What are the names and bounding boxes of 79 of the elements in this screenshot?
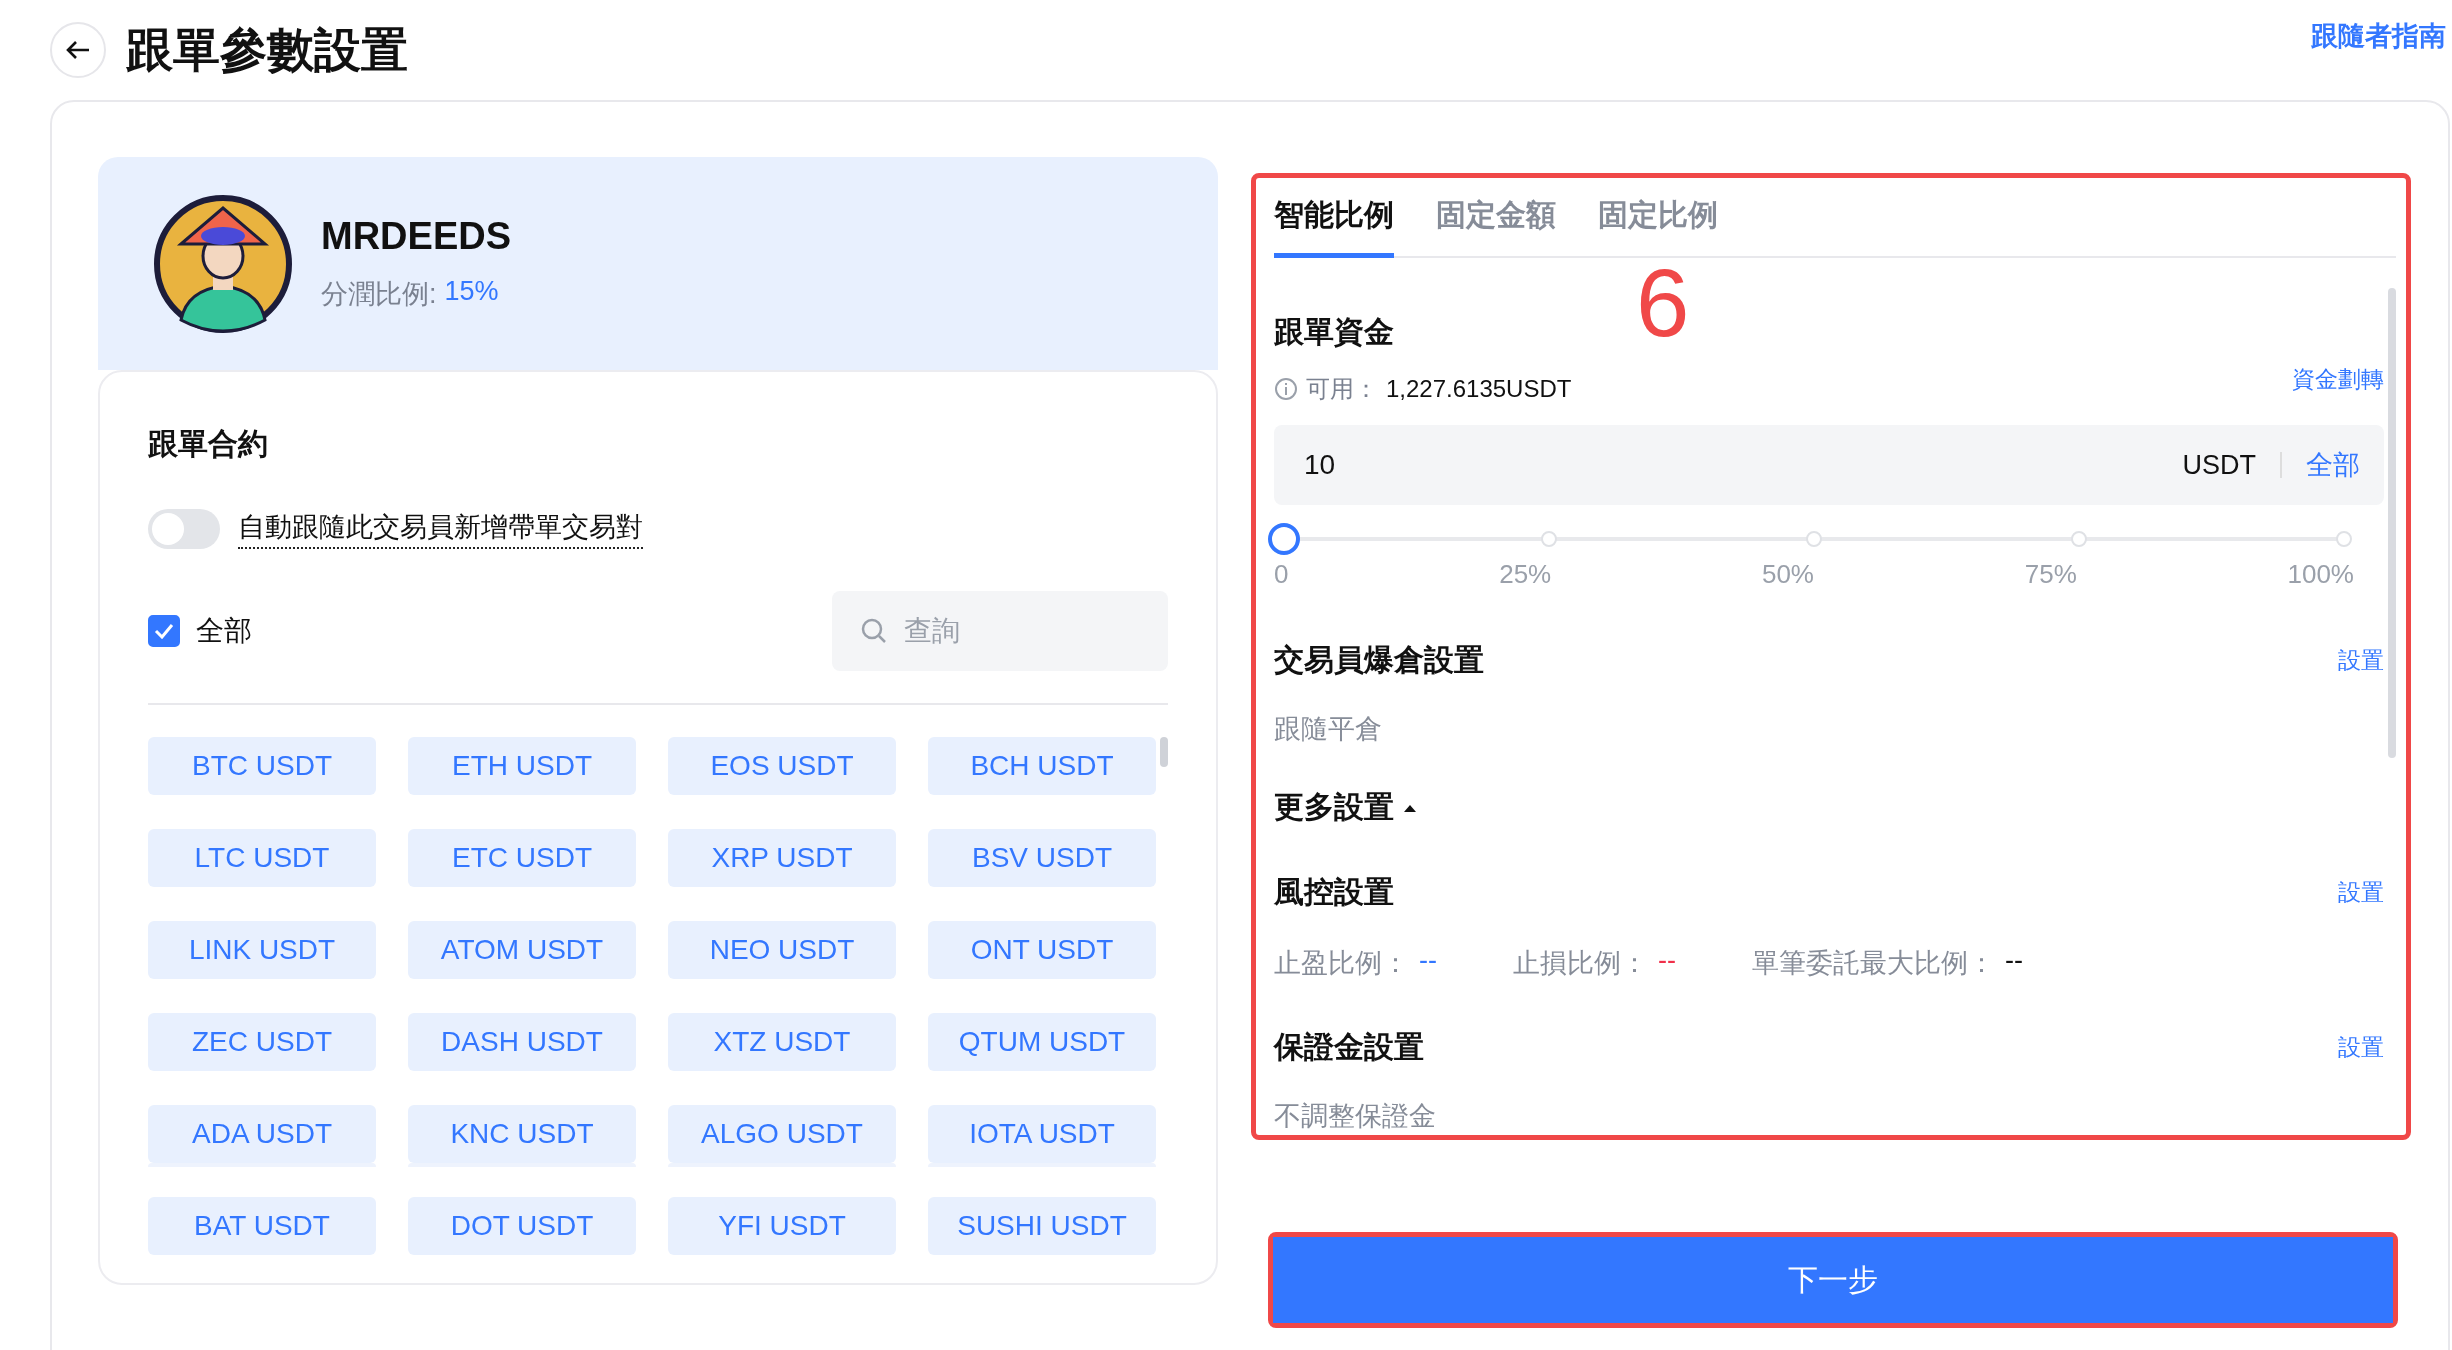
trader-name: MRDEEDS	[321, 215, 512, 258]
pair-tag[interactable]: BTC USDT	[148, 737, 376, 795]
share-ratio-value: 15%	[444, 276, 499, 308]
slider-tick	[1806, 531, 1822, 547]
info-icon	[1274, 377, 1298, 401]
pair-tag[interactable]: NEO USDT	[668, 921, 896, 979]
slider-tick	[2336, 531, 2352, 547]
pair-tag[interactable]: ADA USDT	[148, 1105, 376, 1163]
risk-label: 止盈比例：	[1274, 947, 1409, 980]
slider-tick	[2071, 531, 2087, 547]
slider-mark-label: 25%	[1499, 559, 1552, 590]
available-label: 可用：	[1306, 374, 1378, 404]
toggle-switch[interactable]	[148, 509, 220, 549]
risk-label: 止損比例：	[1513, 947, 1648, 980]
pair-tag[interactable]: ATOM USDT	[408, 921, 636, 979]
transfer-link[interactable]: 資金劃轉	[2292, 363, 2384, 395]
slider-mark-label: 75%	[2024, 559, 2077, 590]
search-input[interactable]: 查詢	[902, 614, 1106, 648]
risk-value: --	[2004, 945, 2023, 977]
pair-tag[interactable]: LTC USDT	[148, 829, 376, 887]
section-title: 風控設置	[1274, 874, 1394, 910]
pair-tag[interactable]: DASH USDT	[408, 1013, 636, 1071]
guide-link[interactable]: 跟隨者指南	[2311, 18, 2446, 54]
risk-value: --	[1658, 945, 1676, 977]
pair-tag[interactable]: ONT USDT	[928, 921, 1156, 979]
unit-label: USDT	[2182, 449, 2256, 481]
auto-follow-label: 自動跟隨此交易員新增帶單交易對	[238, 509, 643, 549]
checkbox[interactable]	[148, 615, 180, 647]
available-balance: 1,227.6135USDT	[1386, 375, 1572, 403]
pair-tag[interactable]: EOS USDT	[668, 737, 896, 795]
search-field[interactable]: 查詢	[832, 591, 1168, 671]
settings-link[interactable]: 設置	[2338, 1032, 2384, 1063]
slider-tick	[1541, 531, 1557, 547]
scrollbar[interactable]	[1160, 737, 1168, 767]
liquidation-value: 跟隨平倉	[1274, 713, 1383, 746]
pair-tag[interactable]: QTUM USDT	[928, 1013, 1156, 1071]
more-settings-toggle[interactable]: 更多設置	[1274, 787, 1418, 828]
pair-tag[interactable]: ZEC USDT	[148, 1013, 376, 1071]
slider-mark-label: 100%	[2287, 559, 2354, 590]
page-title: 跟單參數設置	[126, 21, 408, 78]
pair-tag[interactable]: BSV USDT	[928, 829, 1156, 887]
search-icon	[860, 617, 888, 645]
back-arrow-icon	[65, 40, 91, 60]
pair-tag[interactable]: ALGO USDT	[668, 1105, 896, 1163]
check-icon	[154, 623, 174, 639]
all-button[interactable]: 全部	[2306, 447, 2360, 483]
pair-tag[interactable]: ETH USDT	[408, 737, 636, 795]
margin-value: 不調整保證金	[1274, 1100, 1437, 1133]
tab[interactable]: 智能比例	[1274, 178, 1394, 258]
pair-tag[interactable]: SUSHI USDT	[928, 1197, 1156, 1255]
avatar-icon	[153, 193, 293, 334]
slider-mark-label: 50%	[1761, 559, 1814, 590]
back-button[interactable]	[50, 22, 106, 78]
pair-tag[interactable]: YFI USDT	[668, 1197, 896, 1255]
risk-label: 單筆委託最大比例：	[1751, 947, 1995, 980]
pair-tag[interactable]: LINK USDT	[148, 921, 376, 979]
pair-tag[interactable]: XRP USDT	[668, 829, 896, 887]
settings-link[interactable]: 設置	[2338, 877, 2384, 908]
settings-link[interactable]: 設置	[2338, 645, 2384, 676]
section-title: 跟單合約	[148, 426, 269, 462]
pair-tag[interactable]: BCH USDT	[928, 737, 1156, 795]
slider-mark-label: 0	[1274, 559, 1289, 590]
pair-tag[interactable]: DOT USDT	[408, 1197, 636, 1255]
pair-tag[interactable]: KNC USDT	[408, 1105, 636, 1163]
section-title: 跟單資金	[1274, 314, 1395, 350]
section-title: 保證金設置	[1274, 1029, 1424, 1065]
section-title: 交易員爆倉設置	[1274, 642, 1484, 678]
slider-thumb[interactable]	[1268, 523, 1300, 555]
amount-field[interactable]: 10 USDT 全部	[1274, 425, 2384, 505]
next-button[interactable]: 下一步	[1273, 1237, 2393, 1323]
select-all-label: 全部	[196, 614, 252, 648]
pair-tag[interactable]: XTZ USDT	[668, 1013, 896, 1071]
share-ratio-label: 分潤比例:	[321, 278, 437, 311]
pair-tag[interactable]: BAT USDT	[148, 1197, 376, 1255]
pair-tag[interactable]: ETC USDT	[408, 829, 636, 887]
tab[interactable]: 固定金額	[1436, 178, 1556, 258]
pair-tag[interactable]: IOTA USDT	[928, 1105, 1156, 1163]
risk-value: --	[1419, 945, 1437, 977]
scrollbar[interactable]	[2388, 288, 2396, 758]
